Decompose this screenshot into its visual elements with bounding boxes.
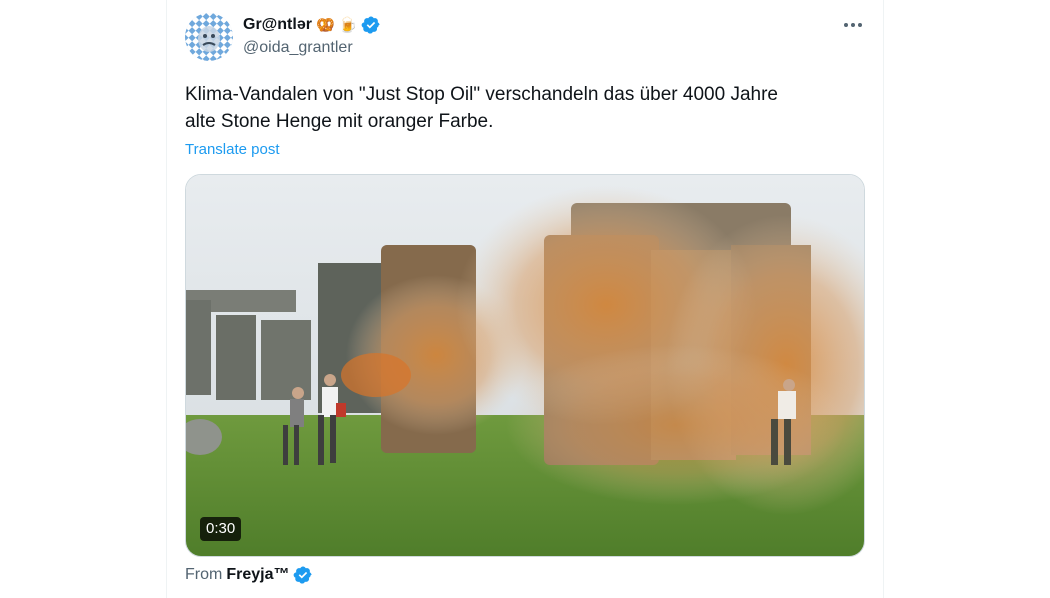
post-text-line-2: alte Stone Henge mit oranger Farbe. [185,111,494,132]
more-dots-icon [844,23,848,27]
more-options-button[interactable] [838,13,868,37]
translate-post-link[interactable]: Translate post [185,141,280,158]
verified-badge-icon[interactable] [361,15,381,35]
media-attribution: From Freyja™ [185,565,313,585]
display-name[interactable]: Gr@ntlər [243,16,312,34]
more-dot [851,23,855,27]
post-text: Klima-Vandalen von "Just Stop Oil" versc… [185,81,865,135]
video-duration-badge: 0:30 [200,517,242,541]
attribution-prefix: From [185,566,223,583]
verified-badge-icon[interactable] [293,565,313,585]
more-dot [858,23,862,27]
avatar[interactable] [185,13,233,61]
video-player[interactable] [185,174,865,557]
author-handle[interactable]: @oida_grantler [243,39,353,57]
beer-emoji: 🍺 [338,16,358,34]
pretzel-emoji: 🥨 [315,16,335,34]
attribution-source-link[interactable]: Freyja™ [226,566,289,584]
post-text-line-1: Klima-Vandalen von "Just Stop Oil" versc… [185,84,778,105]
video-thumbnail [186,175,864,556]
author-name-row[interactable]: Gr@ntlər 🥨 🍺 [243,14,381,36]
